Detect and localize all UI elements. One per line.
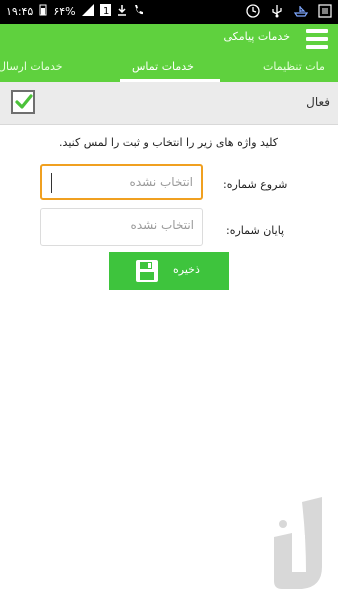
end-number-label: پایان شماره:: [226, 224, 285, 237]
hamburger-menu-icon[interactable]: [306, 29, 328, 49]
tab-send-services[interactable]: خدمات ارسال: [0, 54, 63, 82]
usb-icon: [270, 4, 284, 21]
battery-percent: ۶۴%: [53, 5, 76, 18]
svg-text:1: 1: [103, 6, 109, 16]
app-bar: خدمات پیامکی: [0, 24, 338, 54]
status-bar-left: ۱۹:۴۵ ۶۴% 1: [6, 4, 143, 19]
notification-1-icon: 1: [99, 4, 111, 19]
app-logo-icon: [272, 497, 330, 596]
tab-bar: خدمات ارسال خدمات تماس مات تنظیمات: [0, 54, 338, 82]
boat-icon: [293, 4, 309, 21]
active-row: فعال: [0, 82, 338, 125]
start-number-placeholder: انتخاب نشده: [129, 175, 193, 189]
text-cursor: [51, 173, 52, 193]
end-number-placeholder: انتخاب نشده: [130, 218, 194, 232]
active-label: فعال: [306, 95, 330, 109]
status-bar-right: [246, 4, 332, 21]
time: ۱۹:۴۵: [6, 5, 34, 18]
active-checkbox[interactable]: [11, 90, 35, 114]
start-number-field[interactable]: انتخاب نشده: [40, 164, 203, 200]
checkmark-icon: [15, 94, 33, 109]
download-icon: [117, 4, 127, 19]
app-title: خدمات پیامکی: [223, 30, 290, 43]
save-disk-icon: [135, 259, 159, 287]
signal-icon: [81, 4, 94, 19]
status-bar: ۱۹:۴۵ ۶۴% 1: [0, 0, 338, 24]
start-number-label: شروع شماره:: [223, 178, 288, 191]
save-button[interactable]: ذخیره: [109, 252, 229, 290]
tab-settings-services[interactable]: مات تنظیمات: [263, 54, 325, 82]
menu-icon: [318, 4, 332, 21]
tab-call-services[interactable]: خدمات تماس: [132, 54, 194, 82]
save-label: ذخیره: [173, 263, 200, 276]
battery-icon: [39, 4, 47, 19]
phone-icon: [133, 4, 143, 19]
instruction-text: کلید واژه های زیر را انتخاب و ثبت را لمس…: [59, 136, 278, 149]
clock-icon: [246, 4, 260, 21]
end-number-field[interactable]: انتخاب نشده: [40, 208, 203, 246]
